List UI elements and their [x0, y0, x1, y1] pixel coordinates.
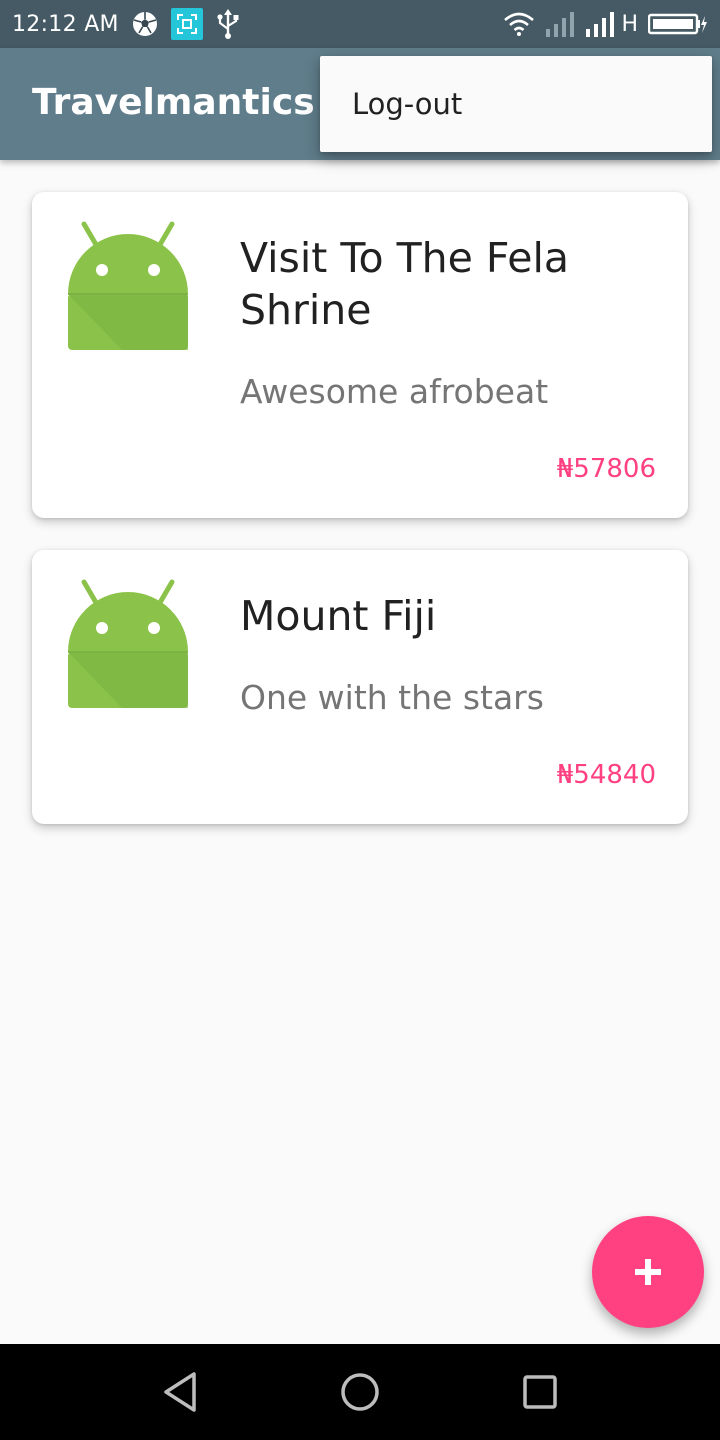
deal-description: Awesome afrobeat	[240, 372, 549, 411]
status-right: H	[503, 11, 708, 37]
deal-title: Visit To The Fela Shrine	[240, 234, 569, 334]
menu-item-logout[interactable]: Log-out	[320, 56, 712, 152]
signal-icon	[585, 11, 615, 37]
deal-card[interactable]: Mount Fiji One with the stars ₦54840	[32, 550, 688, 824]
usb-icon	[215, 9, 241, 39]
status-time: 12:12 AM	[12, 11, 119, 37]
android-robot-icon	[62, 576, 194, 712]
deal-price: ₦57806	[556, 454, 656, 484]
toolbar-title: Travelmantics	[32, 82, 315, 123]
deal-card[interactable]: Visit To The Fela Shrine Awesome afrobea…	[32, 192, 688, 518]
battery-charging-icon	[648, 13, 708, 35]
overflow-menu: Log-out	[320, 56, 712, 152]
deal-title: Mount Fiji	[240, 592, 437, 640]
home-button[interactable]	[336, 1368, 384, 1416]
navigation-bar	[0, 1344, 720, 1440]
soccer-ball-icon	[131, 10, 159, 38]
deal-description: One with the stars	[240, 678, 544, 717]
home-icon	[338, 1370, 382, 1414]
back-icon	[160, 1370, 200, 1414]
add-deal-button[interactable]	[592, 1216, 704, 1328]
network-type-label: H	[621, 11, 638, 37]
app-screen: 12:12 AM H Travelmantics Log-out Visit T…	[0, 0, 720, 1440]
android-robot-icon	[62, 218, 194, 354]
recents-icon	[520, 1372, 560, 1412]
status-bar: 12:12 AM H	[0, 0, 720, 48]
plus-icon	[632, 1256, 664, 1288]
wifi-icon	[503, 12, 535, 36]
signal-icon	[545, 11, 575, 37]
back-button[interactable]	[156, 1368, 204, 1416]
deal-price: ₦54840	[556, 760, 656, 790]
screenshot-icon	[170, 8, 203, 40]
status-left: 12:12 AM	[12, 8, 241, 40]
recents-button[interactable]	[516, 1368, 564, 1416]
